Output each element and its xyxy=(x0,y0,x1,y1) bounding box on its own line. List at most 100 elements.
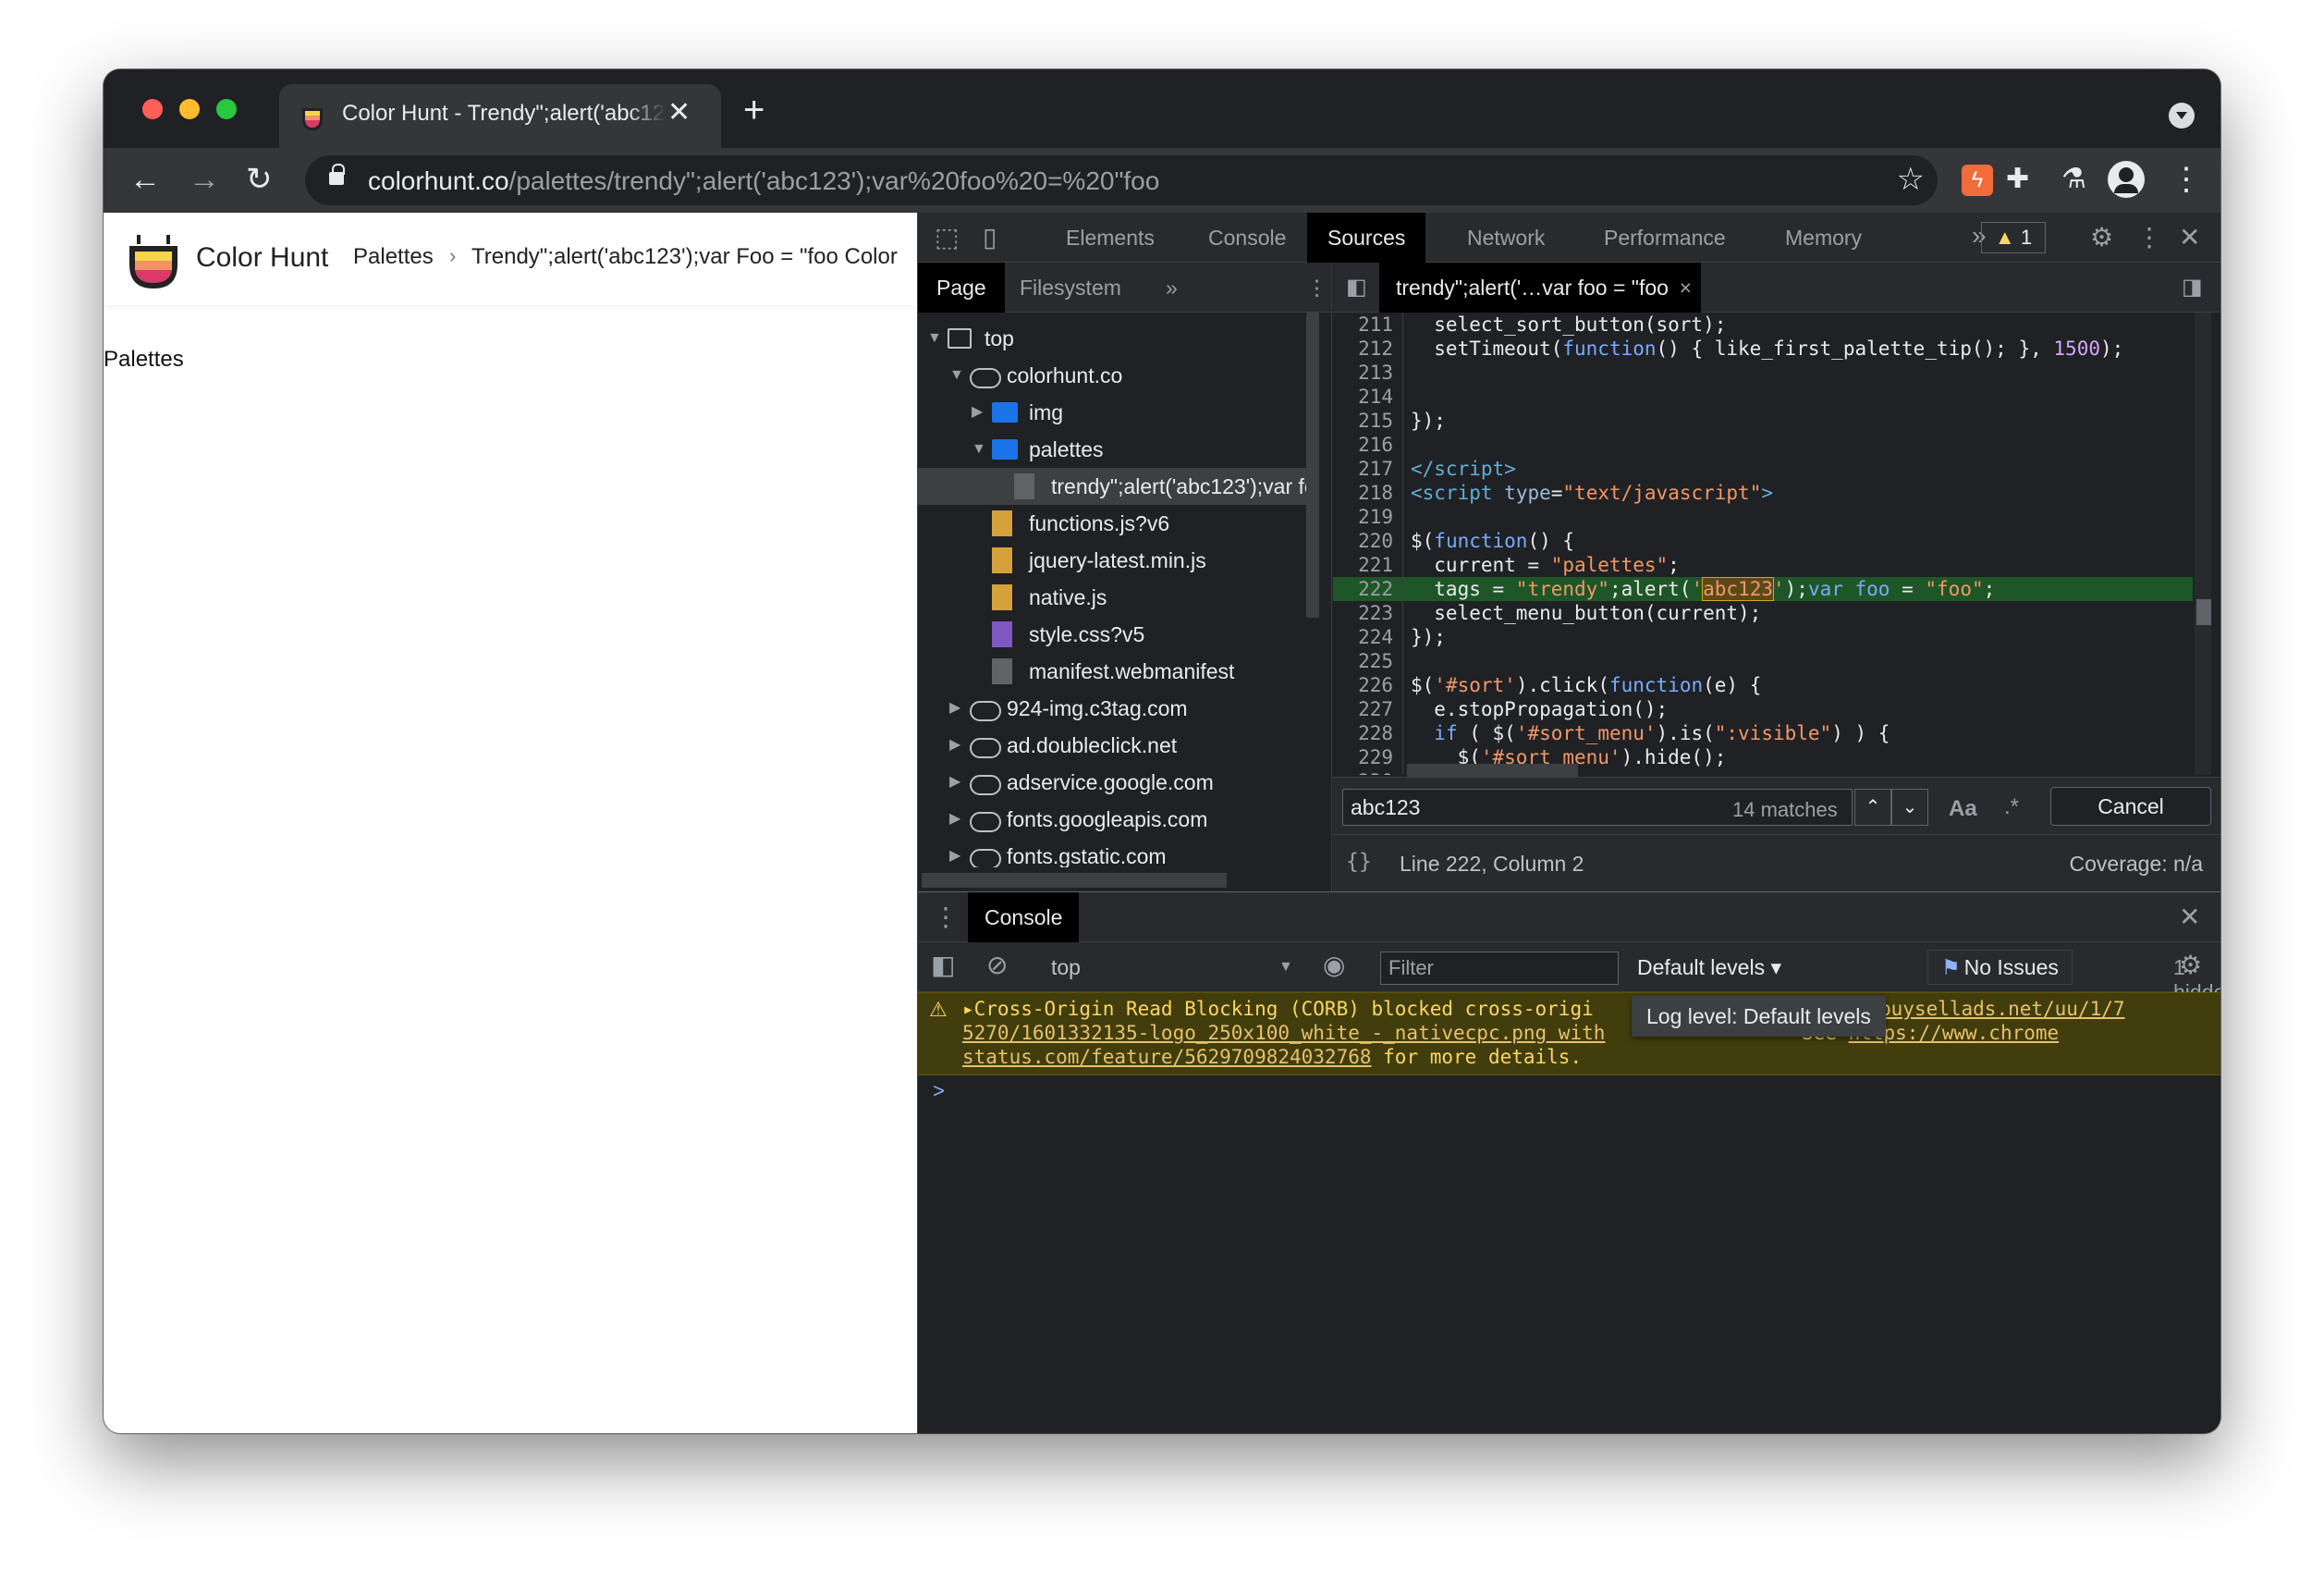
bookmark-star-icon[interactable]: ☆ xyxy=(1897,161,1925,198)
tree-item[interactable]: ▶ fonts.gstatic.com xyxy=(918,838,1306,867)
code-line[interactable]: 223 select_menu_button(current); xyxy=(1333,601,2193,625)
browser-tab[interactable]: Color Hunt - Trendy";alert('abc123');var… xyxy=(279,84,721,148)
editor-tab-close-icon[interactable]: × xyxy=(1680,263,1692,313)
expand-arrow-icon[interactable]: ▶ xyxy=(949,727,960,764)
console-filter-input[interactable]: Filter xyxy=(1380,952,1619,985)
chromestatus-link-cont[interactable]: status.com/feature/5629709824032768 xyxy=(962,1046,1372,1068)
collapse-arrow-icon[interactable]: ▼ xyxy=(927,320,942,357)
collapse-arrow-icon[interactable]: ▼ xyxy=(972,431,986,468)
code-line[interactable]: 218 <script type="text/javascript"> xyxy=(1333,481,2193,505)
code-line[interactable]: 222 tags = "trendy";alert('abc123');var … xyxy=(1333,577,2193,601)
extension-orange-icon[interactable]: ϟ xyxy=(1962,165,1993,196)
expand-arrow-icon[interactable]: ▶ xyxy=(949,838,960,867)
navigator-scrollbar[interactable] xyxy=(1306,313,1319,618)
clear-console-icon[interactable]: ⊘ xyxy=(986,952,1008,979)
context-selector[interactable]: top xyxy=(1051,955,1081,980)
tree-item[interactable]: functions.js?v6 xyxy=(918,505,1306,542)
back-arrow-icon[interactable]: ← xyxy=(129,161,161,198)
chrome-menu-icon[interactable]: ⋮ xyxy=(2171,161,2202,198)
tree-item[interactable]: jquery-latest.min.js xyxy=(918,542,1306,579)
labs-flask-icon[interactable]: ⚗ xyxy=(2061,161,2086,198)
forward-arrow-icon[interactable]: → xyxy=(189,161,220,198)
editor-file-tab[interactable]: trendy";alert('…var foo = "foo × xyxy=(1379,263,1701,313)
line-number[interactable]: 211 xyxy=(1333,313,1403,337)
tree-item[interactable]: manifest.webmanifest xyxy=(918,653,1306,690)
code-line[interactable]: 227 e.stopPropagation(); xyxy=(1333,697,2193,721)
warning-url-link[interactable]: 4.buysellads.net/uu/1/7 xyxy=(1856,998,2125,1020)
line-number[interactable]: 214 xyxy=(1333,385,1403,409)
line-number[interactable]: 212 xyxy=(1333,337,1403,361)
code-line[interactable]: 220 $(function() { xyxy=(1333,529,2193,553)
breadcrumb-palettes[interactable]: Palettes xyxy=(353,244,434,270)
code-line[interactable]: 212 setTimeout(function() { like_first_p… xyxy=(1333,337,2193,361)
console-prompt[interactable]: > xyxy=(933,1079,945,1103)
line-number[interactable]: 217 xyxy=(1333,457,1403,481)
code-line[interactable]: 225 xyxy=(1333,649,2193,673)
console-settings-gear-icon[interactable]: ⚙ xyxy=(2179,952,2202,979)
code-line[interactable]: 217 </script> xyxy=(1333,457,2193,481)
expand-arrow-icon[interactable]: ▶ xyxy=(949,690,960,727)
code-line[interactable]: 224}); xyxy=(1333,625,2193,649)
warning-file-link[interactable]: 5270/1601332135-logo_250x100_white_-_nat… xyxy=(962,1022,1605,1044)
line-number[interactable]: 222 xyxy=(1333,577,1403,601)
line-number[interactable]: 224 xyxy=(1333,625,1403,649)
close-window-button[interactable] xyxy=(142,99,163,119)
tab-memory[interactable]: Memory xyxy=(1765,213,1882,263)
drawer-close-icon[interactable]: ✕ xyxy=(2179,903,2200,931)
tree-item[interactable]: ▶ img xyxy=(918,394,1306,431)
site-name[interactable]: Color Hunt xyxy=(196,242,328,274)
find-prev-button[interactable]: ⌃ xyxy=(1854,789,1891,826)
editor-hscrollbar[interactable] xyxy=(1407,764,1578,777)
code-view[interactable]: 211 select_sort_button(sort); 212 setTime… xyxy=(1333,313,2193,775)
extensions-puzzle-icon[interactable]: ✚ xyxy=(2006,161,2029,198)
live-expression-eye-icon[interactable]: ◉ xyxy=(1323,952,1345,979)
tab-page[interactable]: Page xyxy=(918,263,1005,313)
line-number[interactable]: 221 xyxy=(1333,553,1403,577)
tab-sources[interactable]: Sources xyxy=(1307,213,1426,263)
line-number[interactable]: 228 xyxy=(1333,721,1403,745)
toggle-navigator-icon[interactable]: ◧ xyxy=(1346,274,1367,301)
tree-item[interactable]: ▶ 924-img.c3tag.com xyxy=(918,690,1306,727)
warning-line-1[interactable]: ▸Cross-Origin Read Blocking (CORB) block… xyxy=(962,997,2125,1021)
match-case-toggle[interactable]: Aa xyxy=(1949,796,1977,822)
minimize-window-button[interactable] xyxy=(179,99,200,119)
context-dropdown-icon[interactable]: ▼ xyxy=(1278,959,1293,976)
tab-elements[interactable]: Elements xyxy=(1046,213,1175,263)
tree-item[interactable]: ▼ colorhunt.co xyxy=(918,357,1306,394)
tab-filesystem[interactable]: Filesystem xyxy=(1001,263,1140,313)
log-levels-dropdown[interactable]: Default levels ▾ xyxy=(1637,955,1781,980)
line-number[interactable]: 218 xyxy=(1333,481,1403,505)
line-number[interactable]: 216 xyxy=(1333,433,1403,457)
find-next-button[interactable]: ⌄ xyxy=(1891,789,1928,826)
tree-item[interactable]: native.js xyxy=(918,579,1306,616)
warnings-badge[interactable]: ▲ 1 xyxy=(1981,222,2046,253)
tree-item[interactable]: ▶ ad.doubleclick.net xyxy=(918,727,1306,764)
devtools-close-icon[interactable]: ✕ xyxy=(2179,224,2200,252)
line-number[interactable]: 220 xyxy=(1333,529,1403,553)
code-line[interactable]: 221 current = "palettes"; xyxy=(1333,553,2193,577)
url-text[interactable]: colorhunt.co/palettes/trendy";alert('abc… xyxy=(368,166,1159,196)
zoom-window-button[interactable] xyxy=(216,99,237,119)
tab-network[interactable]: Network xyxy=(1447,213,1565,263)
code-line[interactable]: 219 xyxy=(1333,505,2193,529)
toggle-debugger-icon[interactable]: ◨ xyxy=(2182,274,2203,301)
tab-close-icon[interactable]: ✕ xyxy=(667,99,691,127)
line-number[interactable]: 230 xyxy=(1333,769,1403,775)
editor-scroll-thumb[interactable] xyxy=(2196,599,2211,625)
tree-item[interactable]: ▶ adservice.google.com xyxy=(918,764,1306,801)
code-line[interactable]: 215}); xyxy=(1333,409,2193,433)
line-number[interactable]: 213 xyxy=(1333,361,1403,385)
inspect-element-icon[interactable]: ⬚ xyxy=(935,224,959,252)
new-tab-button[interactable]: + xyxy=(743,92,764,129)
tab-console-drawer[interactable]: Console xyxy=(968,892,1080,942)
device-toolbar-icon[interactable]: ▯ xyxy=(983,224,997,252)
line-number[interactable]: 226 xyxy=(1333,673,1403,697)
tree-item[interactable]: trendy";alert('abc123');var foo = "foo xyxy=(918,468,1306,505)
code-line[interactable]: 226 $('#sort').click(function(e) { xyxy=(1333,673,2193,697)
line-number[interactable]: 229 xyxy=(1333,745,1403,769)
address-bar[interactable]: colorhunt.co/palettes/trendy";alert('abc… xyxy=(305,155,1938,205)
line-number[interactable]: 227 xyxy=(1333,697,1403,721)
tab-performance[interactable]: Performance xyxy=(1584,213,1746,263)
collapse-arrow-icon[interactable]: ▼ xyxy=(949,357,964,394)
tab-search-icon[interactable] xyxy=(2169,103,2195,129)
